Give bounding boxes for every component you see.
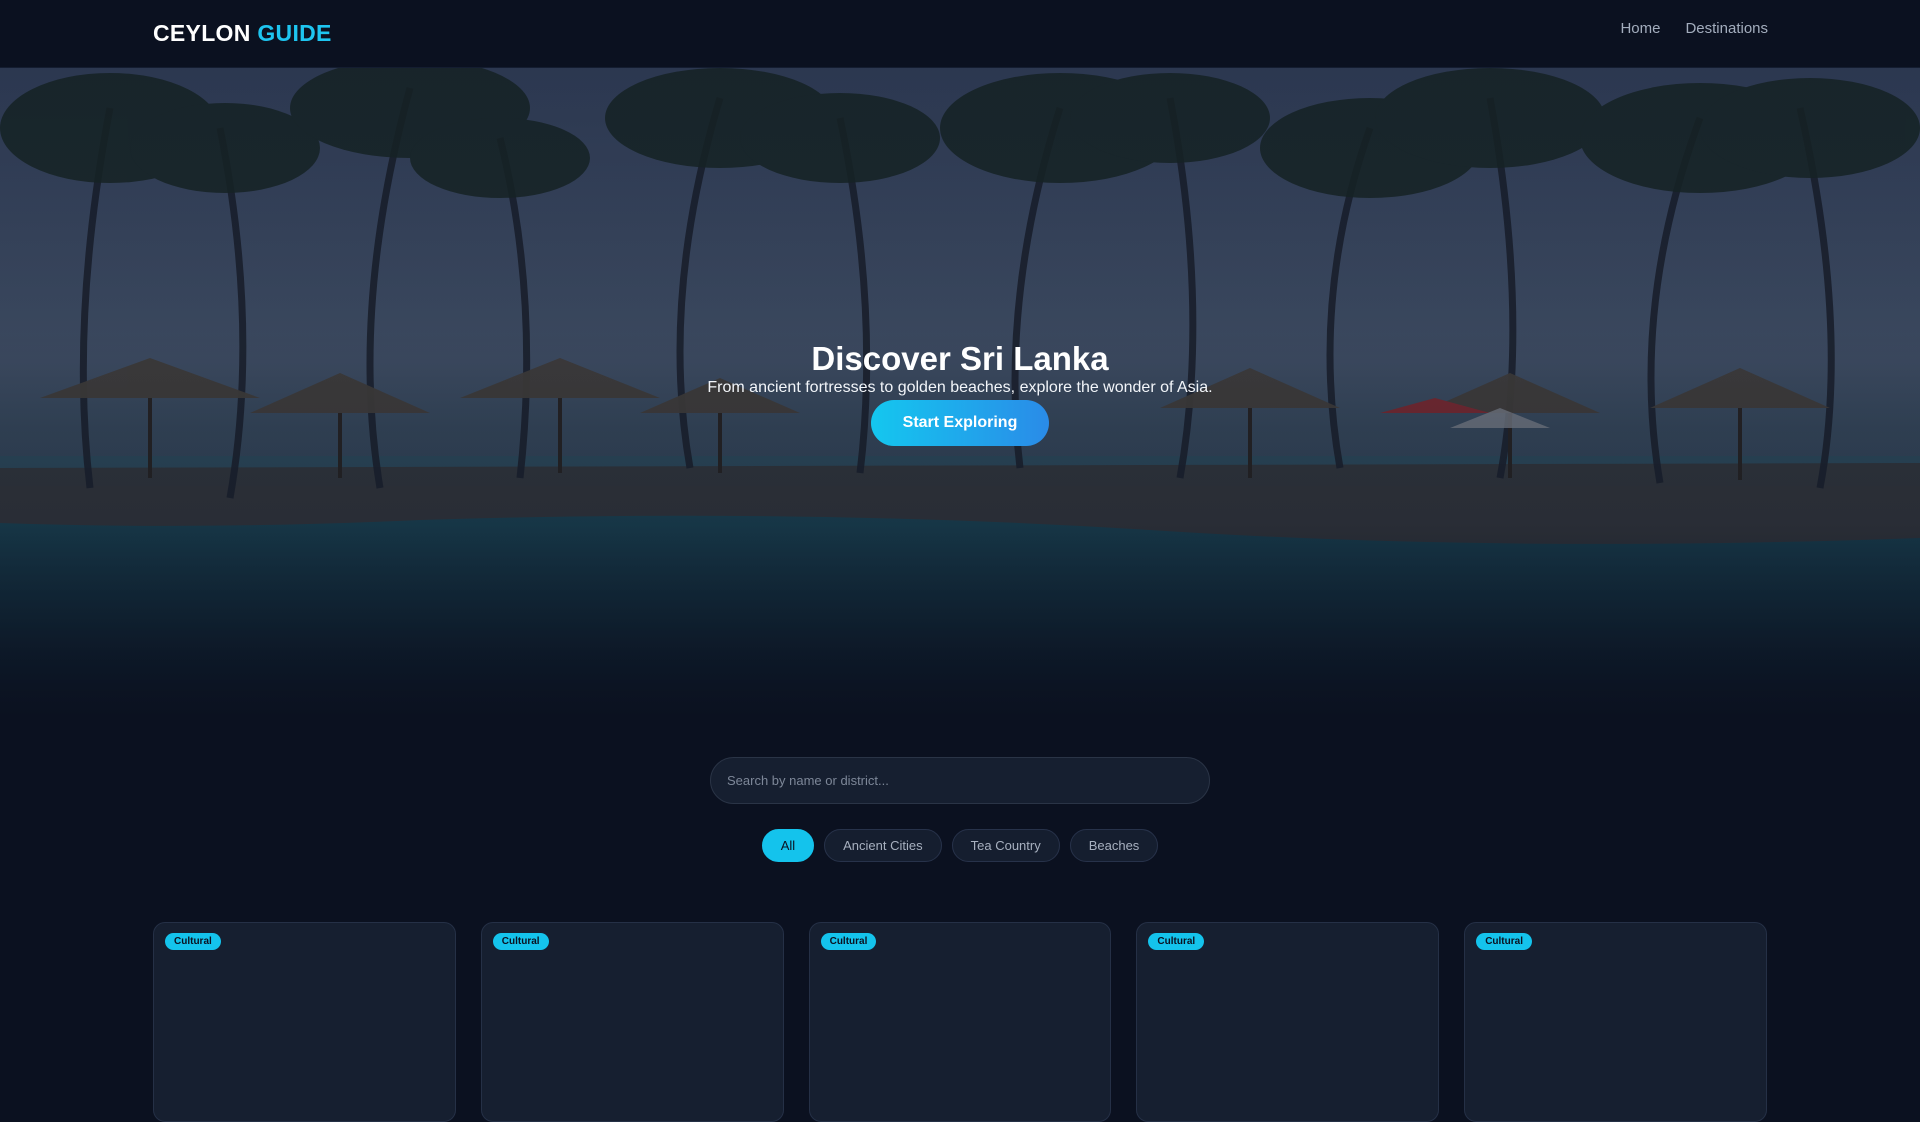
destination-card[interactable]: Cultural [1136,922,1440,1122]
hero-content: Discover Sri Lanka From ancient fortress… [0,340,1920,446]
search-bar [710,757,1210,804]
hero-title: Discover Sri Lanka [811,340,1109,377]
destination-card[interactable]: Cultural [480,922,784,1122]
filter-chip-all[interactable]: All [761,829,815,862]
destination-grid: Cultural Cultural Cultural Cultural Cult… [153,922,1767,1122]
search-input[interactable] [710,757,1210,804]
category-badge: Cultural [165,933,221,950]
filter-chip-ancient-cities[interactable]: Ancient Cities [824,829,942,862]
category-badge: Cultural [1476,933,1532,950]
top-nav-bar: CEYLON GUIDE Home Destinations [0,0,1920,68]
category-badge: Cultural [1148,933,1205,950]
hero-subtitle: From ancient fortresses to golden beache… [707,379,1213,396]
category-badge: Cultural [492,933,549,950]
logo-text-accent: GUIDE [257,20,332,46]
start-exploring-button[interactable]: Start Exploring [871,400,1049,446]
hero-section: Discover Sri Lanka From ancient fortress… [0,68,1920,720]
nav-link-home[interactable]: Home [1620,20,1660,37]
site-logo[interactable]: CEYLON GUIDE [153,20,332,47]
destination-card[interactable]: Cultural [153,922,456,1122]
category-badge: Cultural [820,933,877,950]
destination-card[interactable]: Cultural [1464,922,1767,1122]
filter-chip-tea-country[interactable]: Tea Country [951,829,1060,862]
logo-text-primary: CEYLON [153,20,251,46]
category-filters: All Ancient Cities Tea Country Beaches [0,829,1920,862]
filter-chip-beaches[interactable]: Beaches [1069,829,1159,862]
destination-card[interactable]: Cultural [808,922,1112,1122]
nav-link-destinations[interactable]: Destinations [1685,20,1768,37]
main-nav: Home Destinations [1620,20,1768,37]
